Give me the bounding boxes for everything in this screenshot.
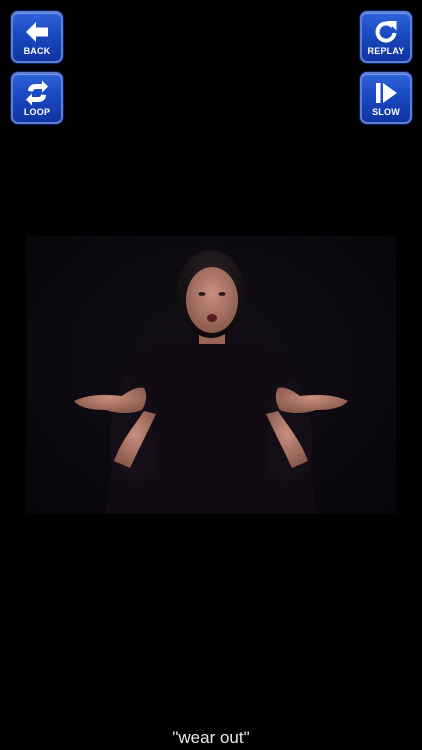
replay-button-label: REPLAY [367,46,405,56]
back-button-label: BACK [23,46,51,56]
slow-button-label: SLOW [372,107,400,117]
sign-caption: "wear out" [172,728,250,747]
slow-button[interactable]: SLOW [360,72,412,124]
replay-button[interactable]: REPLAY [360,11,412,63]
signer-figure [74,250,348,514]
left-arrow-icon [23,18,51,46]
loop-icon [23,79,51,107]
back-button[interactable]: BACK [11,11,63,63]
replay-icon [372,18,400,46]
slow-play-icon [372,79,400,107]
loop-button-label: LOOP [23,107,51,117]
sign-video[interactable] [26,236,396,514]
loop-button[interactable]: LOOP [11,72,63,124]
